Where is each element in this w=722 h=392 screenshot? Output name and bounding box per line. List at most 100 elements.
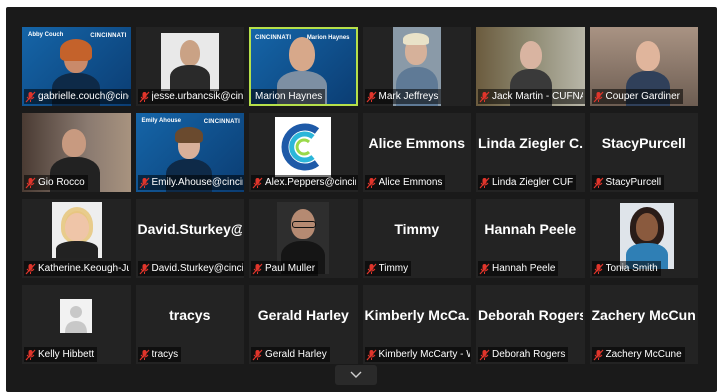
participant-tile[interactable]: jesse.urbancsik@cinci... bbox=[135, 27, 244, 106]
participant-name-label: Paul Muller bbox=[251, 261, 319, 276]
participant-tile[interactable]: Linda Ziegler C... Linda Ziegler CUF bbox=[476, 113, 585, 192]
brand-logo: CINCINNATI bbox=[90, 33, 127, 39]
participant-name-label: Kelly Hibbett bbox=[24, 347, 98, 362]
name-text: Kelly Hibbett bbox=[38, 349, 95, 360]
participant-tile[interactable]: Paul Muller bbox=[249, 199, 358, 278]
muted-mic-icon bbox=[252, 177, 263, 188]
participant-name-label: Katherine.Keough-Jurs... bbox=[24, 261, 131, 276]
participant-name-label: Alice Emmons bbox=[364, 175, 446, 190]
muted-mic-icon bbox=[139, 349, 149, 360]
banner-name: Emily Ahouse bbox=[141, 118, 181, 124]
name-text: jesse.urbancsik@cinci... bbox=[151, 91, 243, 102]
participant-name-label: Gerald Harley bbox=[251, 347, 330, 362]
participant-name-label: Alex.Peppers@cincinn... bbox=[251, 175, 358, 190]
participant-grid: Abby Couch CINCINNATI gabrielle.couch@ci… bbox=[22, 27, 698, 364]
participant-body bbox=[56, 241, 98, 258]
muted-mic-icon bbox=[366, 177, 376, 188]
participant-name-label: Kimberly McCarty - W... bbox=[364, 347, 471, 362]
name-text: Mark Jeffreys bbox=[378, 91, 439, 102]
name-text: Gerald Harley bbox=[265, 349, 327, 360]
participant-name-label: Gio Rocco bbox=[24, 175, 88, 190]
show-more-button[interactable] bbox=[335, 365, 377, 385]
participant-tile[interactable]: Alex.Peppers@cincinn... bbox=[249, 113, 358, 192]
muted-mic-icon bbox=[479, 177, 490, 188]
muted-mic-icon bbox=[593, 177, 603, 188]
participant-tile-active-speaker[interactable]: CINCINNATI Marion Haynes Marion Haynes bbox=[249, 27, 358, 106]
name-text: Alice Emmons bbox=[378, 177, 443, 188]
participant-face bbox=[635, 213, 658, 241]
display-name: tracys bbox=[169, 307, 211, 323]
participant-name-label: Marion Haynes bbox=[251, 89, 326, 104]
c-logo-icon bbox=[281, 123, 320, 171]
muted-mic-icon bbox=[25, 349, 36, 360]
participant-name-label: jesse.urbancsik@cinci... bbox=[137, 89, 244, 104]
participant-name-label: Hannah Peele bbox=[478, 261, 559, 276]
name-text: Timmy bbox=[378, 263, 409, 274]
muted-mic-icon bbox=[139, 177, 149, 188]
muted-mic-icon bbox=[366, 349, 376, 360]
participant-tile[interactable]: Gerald Harley Gerald Harley bbox=[249, 285, 358, 364]
participant-tile[interactable]: StacyPurcell StacyPurcell bbox=[589, 113, 698, 192]
participant-tile[interactable]: tracys tracys bbox=[135, 285, 244, 364]
display-name: Zachery McCune bbox=[591, 307, 697, 323]
participant-name-label: Emily.Ahouse@cincinn... bbox=[137, 175, 244, 190]
participant-name-label: David.Sturkey@cincin... bbox=[137, 261, 244, 276]
name-text: Marion Haynes bbox=[255, 91, 323, 102]
participant-name-label: Couper Gardiner bbox=[591, 89, 683, 104]
name-text: tracys bbox=[151, 349, 179, 360]
hair bbox=[60, 39, 92, 61]
muted-mic-icon bbox=[25, 177, 36, 188]
participant-tile[interactable]: Deborah Rogers Deborah Rogers bbox=[476, 285, 585, 364]
display-name: Hannah Peele bbox=[484, 221, 577, 237]
name-text: Couper Gardiner bbox=[605, 91, 680, 102]
muted-mic-icon bbox=[252, 349, 263, 360]
participant-tile[interactable]: Gio Rocco bbox=[22, 113, 131, 192]
muted-mic-icon bbox=[479, 263, 490, 274]
participant-body bbox=[169, 65, 210, 91]
default-avatar-icon bbox=[65, 306, 87, 333]
display-name: Kimberly McCa... bbox=[364, 307, 470, 323]
participant-name-label: Jack Martin - CUFNA bbox=[478, 89, 585, 104]
name-text: David.Sturkey@cincin... bbox=[151, 263, 243, 274]
participant-tile[interactable]: Zachery McCune Zachery McCune bbox=[589, 285, 698, 364]
participant-tile[interactable]: Abby Couch CINCINNATI gabrielle.couch@ci… bbox=[22, 27, 131, 106]
muted-mic-icon bbox=[25, 91, 36, 102]
name-text: Zachery McCune bbox=[605, 349, 682, 360]
participant-tile[interactable]: Hannah Peele Hannah Peele bbox=[476, 199, 585, 278]
participant-tile[interactable]: Kelly Hibbett bbox=[22, 285, 131, 364]
muted-mic-icon bbox=[593, 91, 603, 102]
name-text: Jack Martin - CUFNA bbox=[492, 91, 583, 102]
participant-tile[interactable]: Jack Martin - CUFNA bbox=[476, 27, 585, 106]
muted-mic-icon bbox=[139, 263, 149, 274]
participant-tile[interactable]: David.Sturkey@... David.Sturkey@cincin..… bbox=[135, 199, 244, 278]
participant-face bbox=[289, 37, 315, 71]
participant-tile[interactable]: Katherine.Keough-Jurs... bbox=[22, 199, 131, 278]
participant-tile[interactable]: Couper Gardiner bbox=[589, 27, 698, 106]
name-text: Katherine.Keough-Jurs... bbox=[38, 263, 129, 274]
participant-tile[interactable]: Mark Jeffreys bbox=[362, 27, 471, 106]
display-name: Alice Emmons bbox=[368, 135, 465, 151]
participant-name-label: gabrielle.couch@cinci... bbox=[24, 89, 131, 104]
participant-tile[interactable]: Emily Ahouse CINCINNATI Emily.Ahouse@cin… bbox=[135, 113, 244, 192]
participant-tile[interactable]: Tonia Smith bbox=[589, 199, 698, 278]
name-text: Linda Ziegler CUF bbox=[492, 177, 574, 188]
participant-tile[interactable]: Alice Emmons Alice Emmons bbox=[362, 113, 471, 192]
banner-name: Marion Haynes bbox=[306, 35, 350, 41]
muted-mic-icon bbox=[479, 91, 490, 102]
muted-mic-icon bbox=[593, 349, 603, 360]
chevron-down-icon bbox=[350, 371, 362, 378]
brand-logo: CINCINNATI bbox=[203, 119, 240, 125]
hair bbox=[174, 127, 203, 143]
participant-face bbox=[520, 41, 542, 69]
participant-name-label: Mark Jeffreys bbox=[364, 89, 442, 104]
name-text: Gio Rocco bbox=[38, 177, 85, 188]
muted-mic-icon bbox=[139, 91, 149, 102]
name-text: Hannah Peele bbox=[492, 263, 556, 274]
participant-name-label: tracys bbox=[137, 347, 182, 362]
participant-tile[interactable]: Timmy Timmy bbox=[362, 199, 471, 278]
muted-mic-icon bbox=[366, 91, 376, 102]
participant-name-label: Deborah Rogers bbox=[478, 347, 569, 362]
participant-tile[interactable]: Kimberly McCa... Kimberly McCarty - W... bbox=[362, 285, 471, 364]
display-name: StacyPurcell bbox=[601, 135, 686, 151]
participant-face-front bbox=[65, 213, 89, 241]
